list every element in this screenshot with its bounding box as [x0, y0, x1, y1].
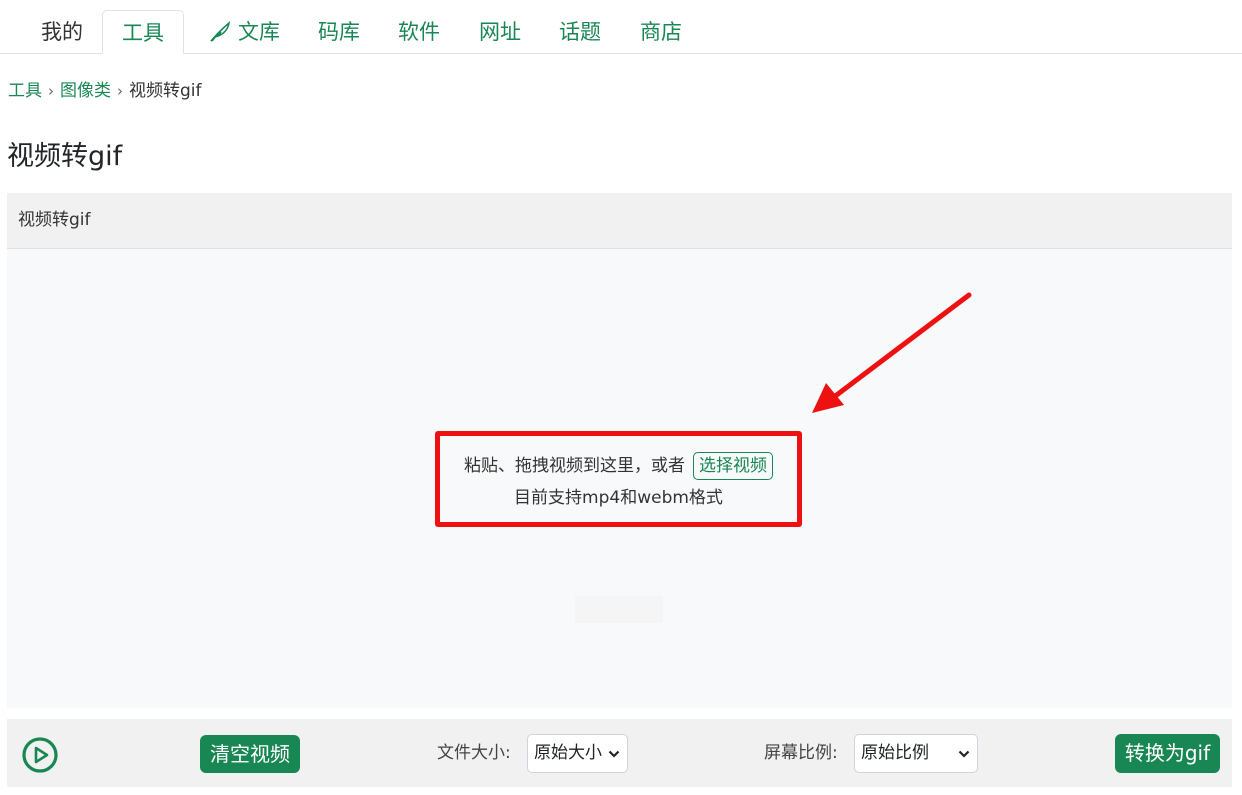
card-header: 视频转gif [7, 193, 1232, 249]
supported-formats-text: 目前支持mp4和webm格式 [514, 488, 723, 508]
top-nav: 我的 工具 文库 码库 软件 网址 话题 商店 [0, 0, 1242, 54]
select-video-button[interactable]: 选择视频 [693, 452, 773, 480]
nav-tab-tools[interactable]: 工具 [102, 10, 184, 54]
page-title: 视频转gif [7, 141, 123, 172]
breadcrumb-separator: › [48, 82, 54, 100]
file-size-value: 原始大小 [534, 743, 602, 763]
nav-tab-software[interactable]: 软件 [388, 10, 450, 54]
preview-placeholder [575, 596, 663, 623]
breadcrumb-tools-link[interactable]: 工具 [8, 81, 42, 101]
screen-ratio-value: 原始比例 [861, 743, 929, 763]
file-size-label: 文件大小: [437, 743, 511, 763]
nav-tab-code[interactable]: 码库 [308, 10, 370, 54]
screen-ratio-label: 屏幕比例: [764, 743, 838, 763]
breadcrumb-image-link[interactable]: 图像类 [60, 81, 111, 101]
nav-tab-store[interactable]: 商店 [630, 10, 692, 54]
nav-tab-mine[interactable]: 我的 [30, 10, 94, 54]
breadcrumb-current: 视频转gif [129, 81, 202, 101]
file-size-select[interactable]: 原始大小 [527, 734, 628, 773]
play-circle-icon[interactable] [21, 736, 59, 774]
drop-hint-text: 粘贴、拖拽视频到这里，或者 [464, 456, 685, 476]
nav-tab-urls[interactable]: 网址 [469, 10, 531, 54]
feather-pen-icon [210, 21, 231, 42]
chevron-down-icon [958, 750, 970, 758]
chevron-down-icon [608, 750, 620, 758]
red-arrow-icon [812, 292, 972, 413]
drop-instructions-box: 粘贴、拖拽视频到这里，或者 选择视频 目前支持mp4和webm格式 [435, 431, 802, 527]
breadcrumb-separator: › [117, 82, 123, 100]
screen-ratio-select[interactable]: 原始比例 [854, 734, 978, 773]
nav-tab-topics[interactable]: 话题 [549, 10, 611, 54]
nav-tab-wenku[interactable]: 文库 [196, 10, 292, 54]
breadcrumb: 工具 › 图像类 › 视频转gif [8, 76, 202, 101]
convert-to-gif-button[interactable]: 转换为gif [1115, 734, 1220, 773]
clear-video-button[interactable]: 清空视频 [200, 735, 300, 773]
nav-tab-wenku-label: 文库 [238, 20, 280, 44]
